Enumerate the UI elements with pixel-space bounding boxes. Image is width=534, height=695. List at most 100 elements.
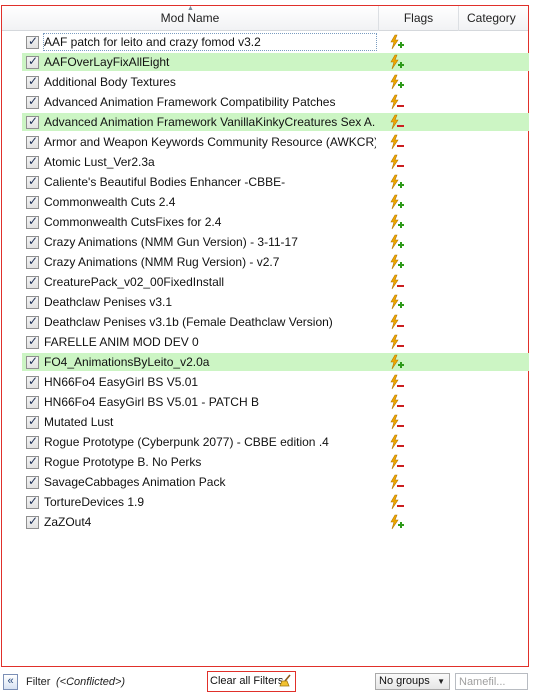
mod-name-label: Rogue Prototype (Cyberpunk 2077) - CBBE … [44,435,329,449]
mod-name-cell[interactable]: ✓ FARELLE ANIM MOD DEV 0 [22,333,379,351]
mod-enabled-checkbox[interactable]: ✓ [26,34,39,49]
mod-name-cell[interactable]: ✓ Commonwealth Cuts 2.4 [22,193,379,211]
clear-all-filters-button[interactable]: Clear all Filters [207,671,296,692]
mod-name-cell[interactable]: ✓ HN66Fo4 EasyGirl BS V5.01 - PATCH B [22,393,379,411]
mod-name-cell[interactable]: ✓ Advanced Animation Framework Compatibil… [22,93,379,111]
mod-flags-cell [379,293,529,311]
column-header-mod-name[interactable]: Mod Name [2,6,379,31]
checkmark-icon: ✓ [28,414,39,428]
mod-enabled-checkbox[interactable]: ✓ [26,114,39,129]
mod-enabled-checkbox[interactable]: ✓ [26,434,39,449]
mod-name-cell[interactable]: ✓ Crazy Animations (NMM Rug Version) - v2… [22,253,379,271]
mod-enabled-checkbox[interactable]: ✓ [26,314,39,329]
mod-name-cell[interactable]: ✓ Deathclaw Penises v3.1b (Female Deathcl… [22,313,379,331]
column-header-category[interactable]: Category [459,6,529,31]
mod-row[interactable]: ✓ AAF patch for leito and crazy fomod v3.… [2,32,528,52]
mod-enabled-checkbox[interactable]: ✓ [26,154,39,169]
mod-enabled-checkbox[interactable]: ✓ [26,274,39,289]
mod-row[interactable]: ✓ Deathclaw Penises v3.1b (Female Deathcl… [2,312,528,332]
mod-row[interactable]: ✓ Deathclaw Penises v3.1 [2,292,528,312]
mod-enabled-checkbox[interactable]: ✓ [26,74,39,89]
mod-name-cell[interactable]: ✓ Rogue Prototype B. No Perks [22,453,379,471]
mod-row[interactable]: ✓ Armor and Weapon Keywords Community Res… [2,132,528,152]
mod-enabled-checkbox[interactable]: ✓ [26,334,39,349]
mod-row[interactable]: ✓ SavageCabbages Animation Pack [2,472,528,492]
mod-row[interactable]: ✓ TortureDevices 1.9 [2,492,528,512]
conflict-overwritten-icon [390,154,404,170]
mod-row[interactable]: ✓ Rogue Prototype (Cyberpunk 2077) - CBBE… [2,432,528,452]
mod-enabled-checkbox[interactable]: ✓ [26,134,39,149]
mod-row[interactable]: ✓ CreaturePack_v02_00FixedInstall [2,272,528,292]
mod-enabled-checkbox[interactable]: ✓ [26,394,39,409]
mod-row[interactable]: ✓ Crazy Animations (NMM Gun Version) - 3-… [2,232,528,252]
mod-enabled-checkbox[interactable]: ✓ [26,494,39,509]
mod-row[interactable]: ✓ Atomic Lust_Ver2.3a [2,152,528,172]
conflict-overwritten-icon [390,334,404,350]
column-header-flags[interactable]: Flags [379,6,459,31]
mod-row[interactable]: ✓ HN66Fo4 EasyGirl BS V5.01 [2,372,528,392]
mod-enabled-checkbox[interactable]: ✓ [26,214,39,229]
mod-row[interactable]: ✓ Commonwealth CutsFixes for 2.4 [2,212,528,232]
mod-row[interactable]: ✓ Caliente's Beautiful Bodies Enhancer -C… [2,172,528,192]
mod-name-cell[interactable]: ✓ CreaturePack_v02_00FixedInstall [22,273,379,291]
mod-enabled-checkbox[interactable]: ✓ [26,374,39,389]
mod-row[interactable]: ✓ Crazy Animations (NMM Rug Version) - v2… [2,252,528,272]
name-filter-input[interactable] [455,673,528,690]
mod-row[interactable]: ✓ Rogue Prototype B. No Perks [2,452,528,472]
checkmark-icon: ✓ [28,54,39,68]
mod-name-cell[interactable]: ✓ Mutated Lust [22,413,379,431]
mod-name-label: Mutated Lust [44,415,114,429]
mod-enabled-checkbox[interactable]: ✓ [26,54,39,69]
mod-enabled-checkbox[interactable]: ✓ [26,414,39,429]
mod-row[interactable]: ✓ Advanced Animation Framework VanillaKin… [2,112,529,132]
mod-enabled-checkbox[interactable]: ✓ [26,94,39,109]
mod-name-cell[interactable]: ✓ Rogue Prototype (Cyberpunk 2077) - CBBE… [22,433,379,451]
mod-name-cell[interactable]: ✓ Armor and Weapon Keywords Community Res… [22,133,379,151]
mod-enabled-checkbox[interactable]: ✓ [26,514,39,529]
mod-row[interactable]: ✓ FARELLE ANIM MOD DEV 0 [2,332,528,352]
mod-enabled-checkbox[interactable]: ✓ [26,474,39,489]
filter-label: Filter [26,676,51,688]
mod-row[interactable]: ✓ AAFOverLayFixAllEight [2,52,529,72]
mod-name-cell[interactable]: ✓ ZaZOut4 [22,513,379,531]
conflict-overwrite-icon [390,234,404,250]
mod-row[interactable]: ✓ Mutated Lust [2,412,528,432]
mod-enabled-checkbox[interactable]: ✓ [26,354,39,369]
mod-flags-cell [379,333,529,351]
mod-row[interactable]: ✓ Commonwealth Cuts 2.4 [2,192,528,212]
mod-name-cell[interactable]: ✓ TortureDevices 1.9 [22,493,379,511]
broom-icon [279,674,291,687]
mod-enabled-checkbox[interactable]: ✓ [26,194,39,209]
checkmark-icon: ✓ [28,94,39,108]
mod-enabled-checkbox[interactable]: ✓ [26,294,39,309]
mod-name-cell[interactable]: ✓ SavageCabbages Animation Pack [22,473,379,491]
mod-name-cell[interactable]: ✓ Commonwealth CutsFixes for 2.4 [22,213,379,231]
collapse-filters-button[interactable]: « [3,674,18,690]
mod-enabled-checkbox[interactable]: ✓ [26,454,39,469]
mod-name-cell[interactable]: ✓ Caliente's Beautiful Bodies Enhancer -C… [22,173,379,191]
mod-name-cell[interactable]: ✓ FO4_AnimationsByLeito_v2.0a [22,353,379,371]
mod-row[interactable]: ✓ ZaZOut4 [2,512,528,532]
mod-name-cell[interactable]: ✓ Advanced Animation Framework VanillaKin… [22,113,379,131]
groups-dropdown[interactable]: No groups ▼ [375,673,450,690]
mod-name-cell[interactable]: ✓ AAFOverLayFixAllEight [22,53,379,71]
mod-enabled-checkbox[interactable]: ✓ [26,254,39,269]
checkmark-icon: ✓ [28,114,39,128]
mod-name-cell[interactable]: ✓ HN66Fo4 EasyGirl BS V5.01 [22,373,379,391]
mod-name-cell[interactable]: ✓ Deathclaw Penises v3.1 [22,293,379,311]
conflict-overwrite-icon [390,54,404,70]
checkmark-icon: ✓ [28,454,39,468]
mod-row[interactable]: ✓ Advanced Animation Framework Compatibil… [2,92,528,112]
mod-name-cell[interactable]: ✓ Additional Body Textures [22,73,379,91]
mod-name-cell[interactable]: ✓ AAF patch for leito and crazy fomod v3.… [22,33,379,51]
mod-row[interactable]: ✓ Additional Body Textures [2,72,528,92]
conflict-overwrite-icon [390,74,404,90]
mod-flags-cell [379,233,529,251]
mod-name-cell[interactable]: ✓ Crazy Animations (NMM Gun Version) - 3-… [22,233,379,251]
mod-row[interactable]: ✓ FO4_AnimationsByLeito_v2.0a [2,352,529,372]
checkmark-icon: ✓ [28,214,39,228]
mod-enabled-checkbox[interactable]: ✓ [26,234,39,249]
mod-name-cell[interactable]: ✓ Atomic Lust_Ver2.3a [22,153,379,171]
mod-row[interactable]: ✓ HN66Fo4 EasyGirl BS V5.01 - PATCH B [2,392,528,412]
mod-enabled-checkbox[interactable]: ✓ [26,174,39,189]
